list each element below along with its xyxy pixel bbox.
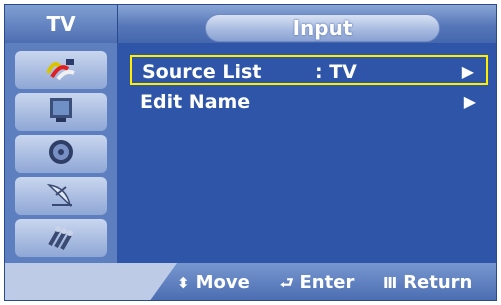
sidebar-item-sound[interactable] (15, 135, 107, 173)
arrow-right-icon: ▶ (463, 92, 476, 111)
sidebar-item-picture[interactable] (15, 93, 107, 131)
menu-item-value: : TV (315, 61, 357, 83)
av-plug-icon (44, 53, 78, 87)
menu-item-edit-name[interactable]: Edit Name ▶ (130, 87, 488, 117)
sidebar-item-setup[interactable] (15, 219, 107, 257)
move-arrows-icon: ⬍ (177, 274, 190, 292)
move-hint: ⬍ Move (177, 269, 250, 297)
menu-item-source-list[interactable]: Source List : TV ▶ (130, 55, 488, 85)
mode-label: TV (5, 5, 118, 43)
enter-label: Enter (299, 272, 355, 293)
arrow-right-icon: ▶ (461, 62, 474, 81)
footer: ⬍ Move ⮐ Enter Ⅲ Return (5, 263, 496, 300)
enter-hint: ⮐ Enter (280, 269, 354, 297)
cable-connector-icon (44, 221, 78, 255)
sidebar-item-channel[interactable] (15, 177, 107, 215)
sound-speaker-icon (44, 137, 78, 171)
page-title: Input (205, 14, 440, 42)
return-label: Return (403, 272, 473, 293)
osd-screen: TV Input Source List: TV ▶ Edit Name ▶ … (4, 4, 497, 301)
header-bar: TV Input (5, 5, 496, 43)
enter-icon: ⮐ (280, 274, 294, 292)
move-label: Move (195, 272, 250, 293)
return-hint: Ⅲ Return (383, 269, 472, 297)
menu-item-label: Edit Name (140, 91, 251, 113)
satellite-dish-icon (44, 179, 78, 213)
return-menu-icon: Ⅲ (383, 274, 398, 292)
menu-item-label: Source List (142, 61, 262, 83)
sidebar-item-input[interactable] (15, 51, 107, 89)
sidebar (5, 43, 117, 263)
picture-icon (44, 95, 78, 129)
